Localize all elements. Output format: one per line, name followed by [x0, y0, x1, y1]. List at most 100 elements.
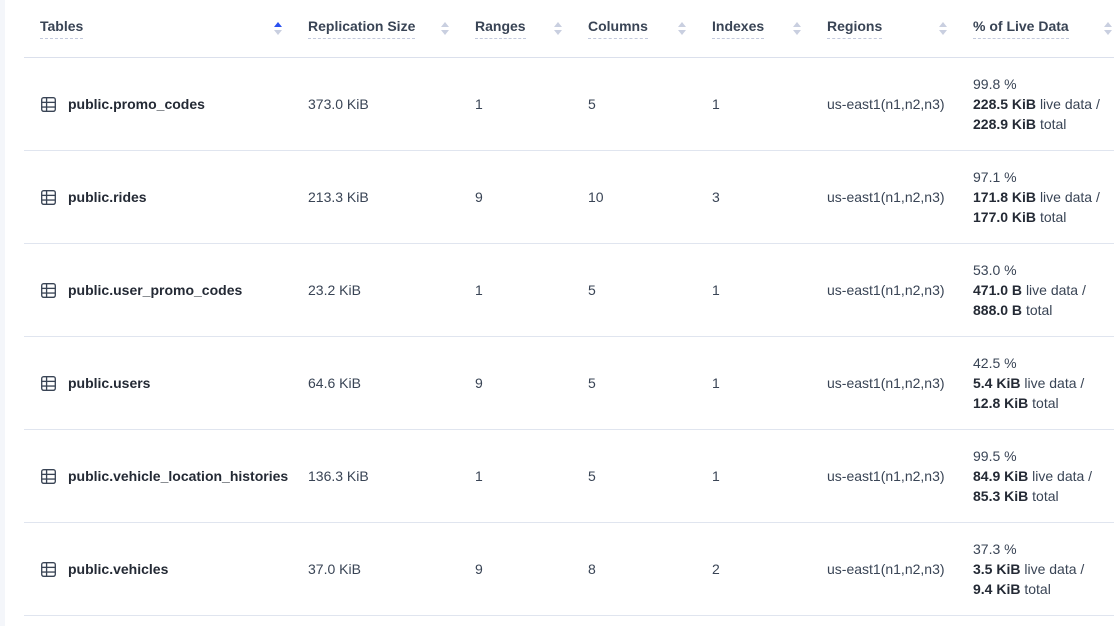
table-name-link[interactable]: public.users [68, 375, 150, 391]
sort-icon[interactable] [939, 22, 947, 35]
regions-cell: us-east1(n1,n2,n3) [827, 429, 973, 522]
ranges-cell: 1 [475, 243, 588, 336]
page-left-edge [0, 0, 5, 626]
column-header-tables-label[interactable]: Tables [40, 18, 83, 39]
table-name-cell: public.vehicle_location_histories [24, 429, 308, 522]
columns-cell: 8 [588, 522, 712, 615]
indexes-cell: 1 [712, 57, 827, 150]
ranges-cell: 9 [475, 336, 588, 429]
table-header-row: Tables Replication Size Ranges Columns [24, 0, 1114, 57]
live-data-amount: 3.5 KiB live data / [973, 559, 1114, 579]
column-header-regions-label[interactable]: Regions [827, 18, 882, 39]
regions-cell: us-east1(n1,n2,n3) [827, 243, 973, 336]
live-data-amount: 228.5 KiB live data / [973, 94, 1114, 114]
replication-size-cell: 213.3 KiB [308, 150, 475, 243]
total-data-amount: 177.0 KiB total [973, 207, 1114, 227]
replication-size-cell: 23.2 KiB [308, 243, 475, 336]
columns-cell: 5 [588, 57, 712, 150]
replication-size-cell: 136.3 KiB [308, 429, 475, 522]
replication-size-cell: 37.0 KiB [308, 522, 475, 615]
live-data-amount: 171.8 KiB live data / [973, 187, 1114, 207]
table-icon [40, 189, 57, 206]
indexes-cell: 3 [712, 150, 827, 243]
replication-size-cell: 373.0 KiB [308, 57, 475, 150]
column-header-columns[interactable]: Columns [588, 0, 712, 57]
live-data-cell: 53.0 % 471.0 B live data / 888.0 B total [973, 243, 1114, 336]
replication-size-cell: 64.6 KiB [308, 336, 475, 429]
table-row: public.users 64.6 KiB 9 5 1 us-east1(n1,… [24, 336, 1114, 429]
table-name-cell: public.promo_codes [24, 57, 308, 150]
column-header-ranges-label[interactable]: Ranges [475, 18, 526, 39]
column-header-columns-label[interactable]: Columns [588, 18, 648, 39]
table-icon [40, 375, 57, 392]
table-name-cell: public.user_promo_codes [24, 243, 308, 336]
live-data-amount: 471.0 B live data / [973, 280, 1114, 300]
table-name-link[interactable]: public.promo_codes [68, 96, 205, 112]
sort-icon[interactable] [678, 22, 686, 35]
table-name-cell: public.rides [24, 150, 308, 243]
table-name-link[interactable]: public.rides [68, 189, 147, 205]
table-row: public.rides 213.3 KiB 9 10 3 us-east1(n… [24, 150, 1114, 243]
total-data-amount: 9.4 KiB total [973, 579, 1114, 599]
column-header-ranges[interactable]: Ranges [475, 0, 588, 57]
total-data-amount: 12.8 KiB total [973, 393, 1114, 413]
database-tables-table: Tables Replication Size Ranges Columns [24, 0, 1114, 616]
table-name-link[interactable]: public.vehicle_location_histories [68, 468, 288, 484]
live-data-amount: 5.4 KiB live data / [973, 373, 1114, 393]
live-data-percent: 99.5 % [973, 446, 1114, 466]
column-header-replication-size[interactable]: Replication Size [308, 0, 475, 57]
total-data-amount: 85.3 KiB total [973, 486, 1114, 506]
table-icon [40, 561, 57, 578]
sort-icon[interactable] [441, 22, 449, 35]
indexes-cell: 2 [712, 522, 827, 615]
column-header-tables[interactable]: Tables [24, 0, 308, 57]
ranges-cell: 1 [475, 57, 588, 150]
indexes-cell: 1 [712, 336, 827, 429]
regions-cell: us-east1(n1,n2,n3) [827, 522, 973, 615]
column-header-live-data-label[interactable]: % of Live Data [973, 18, 1069, 39]
table-name-link[interactable]: public.user_promo_codes [68, 282, 242, 298]
columns-cell: 5 [588, 243, 712, 336]
table-row: public.vehicle_location_histories 136.3 … [24, 429, 1114, 522]
table-row: public.promo_codes 373.0 KiB 1 5 1 us-ea… [24, 57, 1114, 150]
live-data-cell: 42.5 % 5.4 KiB live data / 12.8 KiB tota… [973, 336, 1114, 429]
sort-icon[interactable] [554, 22, 562, 35]
live-data-percent: 42.5 % [973, 353, 1114, 373]
table-row: public.vehicles 37.0 KiB 9 8 2 us-east1(… [24, 522, 1114, 615]
table-name-cell: public.users [24, 336, 308, 429]
regions-cell: us-east1(n1,n2,n3) [827, 336, 973, 429]
table-icon [40, 468, 57, 485]
sort-icon[interactable] [793, 22, 801, 35]
columns-cell: 10 [588, 150, 712, 243]
live-data-cell: 99.5 % 84.9 KiB live data / 85.3 KiB tot… [973, 429, 1114, 522]
columns-cell: 5 [588, 336, 712, 429]
column-header-regions[interactable]: Regions [827, 0, 973, 57]
live-data-cell: 37.3 % 3.5 KiB live data / 9.4 KiB total [973, 522, 1114, 615]
live-data-percent: 99.8 % [973, 74, 1114, 94]
regions-cell: us-east1(n1,n2,n3) [827, 57, 973, 150]
live-data-cell: 99.8 % 228.5 KiB live data / 228.9 KiB t… [973, 57, 1114, 150]
ranges-cell: 9 [475, 150, 588, 243]
table-name-cell: public.vehicles [24, 522, 308, 615]
live-data-cell: 97.1 % 171.8 KiB live data / 177.0 KiB t… [973, 150, 1114, 243]
regions-cell: us-east1(n1,n2,n3) [827, 150, 973, 243]
table-row: public.user_promo_codes 23.2 KiB 1 5 1 u… [24, 243, 1114, 336]
sort-icon[interactable] [274, 22, 282, 35]
table-name-link[interactable]: public.vehicles [68, 561, 168, 577]
columns-cell: 5 [588, 429, 712, 522]
column-header-replication-size-label[interactable]: Replication Size [308, 18, 415, 39]
column-header-indexes[interactable]: Indexes [712, 0, 827, 57]
live-data-percent: 97.1 % [973, 167, 1114, 187]
live-data-percent: 53.0 % [973, 260, 1114, 280]
indexes-cell: 1 [712, 243, 827, 336]
ranges-cell: 1 [475, 429, 588, 522]
indexes-cell: 1 [712, 429, 827, 522]
column-header-indexes-label[interactable]: Indexes [712, 18, 764, 39]
live-data-amount: 84.9 KiB live data / [973, 466, 1114, 486]
table-icon [40, 282, 57, 299]
total-data-amount: 888.0 B total [973, 300, 1114, 320]
sort-icon[interactable] [1104, 22, 1112, 35]
total-data-amount: 228.9 KiB total [973, 114, 1114, 134]
column-header-live-data[interactable]: % of Live Data [973, 0, 1114, 57]
table-icon [40, 96, 57, 113]
